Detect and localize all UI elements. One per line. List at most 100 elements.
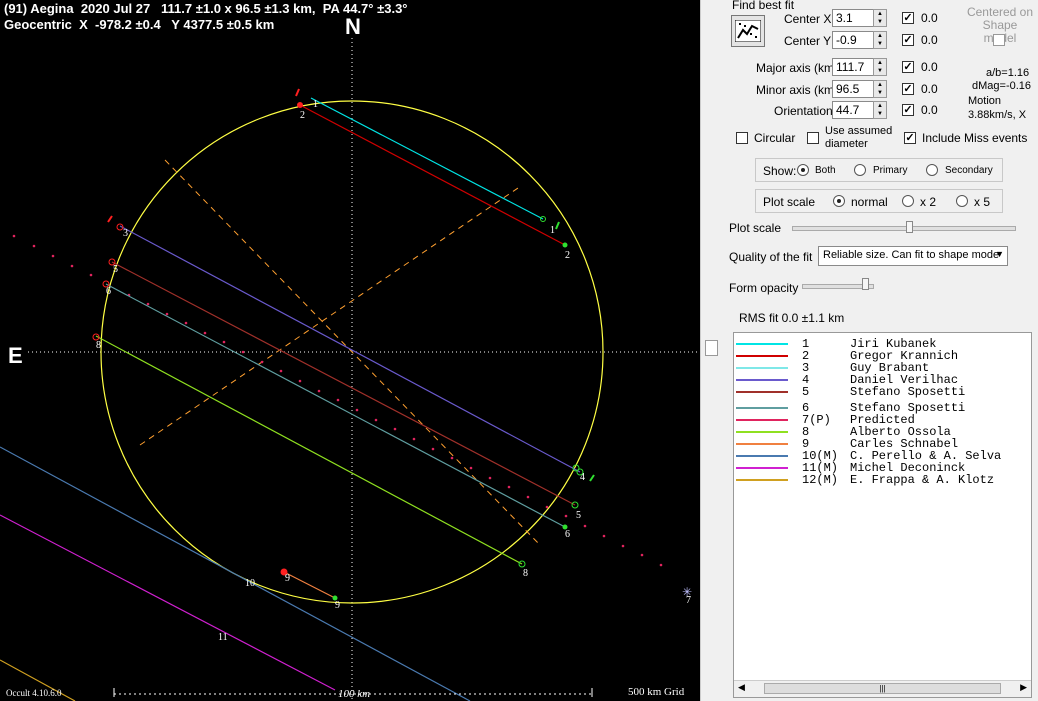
center-x-result: 0.0 <box>921 11 938 25</box>
circular-label: Circular <box>754 131 796 145</box>
legend-horizontal-scrollbar[interactable]: ◀ ||| ▶ <box>734 680 1031 697</box>
label-chord-2: 2 <box>300 110 305 121</box>
show-both-radio[interactable] <box>797 164 809 176</box>
legend-color-swatch <box>736 355 788 357</box>
show-primary-label: Primary <box>873 165 908 176</box>
label-chord-5: 5 <box>113 264 118 275</box>
legend-color-swatch <box>736 443 788 445</box>
plot-scale-track[interactable] <box>792 226 1016 231</box>
show-primary-radio[interactable] <box>854 164 866 176</box>
version-label: Occult 4.10.6.0 <box>6 688 62 698</box>
motion-value: 3.88km/s, X <box>968 109 1027 121</box>
minor-axis-spinner[interactable]: ▲ ▼ <box>873 80 887 98</box>
find-best-fit-button[interactable] <box>731 15 765 47</box>
scale-label: 100 km <box>338 688 371 700</box>
label-chord-8-end: 8 <box>523 568 528 579</box>
label-chord-6-end: 6 <box>565 529 570 540</box>
label-chord-6: 6 <box>106 286 111 297</box>
grid-label: 500 km Grid <box>628 686 685 698</box>
center-y-label: Center Y <box>784 34 832 48</box>
legend-color-swatch <box>736 419 788 421</box>
use-assumed-label: Use assumed diameter <box>825 125 893 150</box>
north-label: N <box>345 14 361 39</box>
scroll-right-icon[interactable]: ▶ <box>1020 682 1027 693</box>
legend-number: 5 <box>802 385 810 399</box>
east-label: E <box>8 343 23 368</box>
label-chord-5-end: 5 <box>576 510 581 521</box>
label-chord-1: 1 <box>313 99 318 110</box>
legend-color-swatch <box>736 407 788 409</box>
legend-color-swatch <box>736 479 788 481</box>
legend-color-swatch <box>736 343 788 345</box>
show-both-label: Both <box>815 165 836 176</box>
scroll-left-icon[interactable]: ◀ <box>738 682 745 693</box>
label-chord-2-end: 2 <box>565 250 570 261</box>
orientation-spinner[interactable]: ▲ ▼ <box>873 101 887 119</box>
center-x-checkbox[interactable]: ✓ <box>902 12 914 24</box>
center-x-spinner[interactable]: ▲ ▼ <box>873 9 887 27</box>
minor-axis-checkbox[interactable]: ✓ <box>902 83 914 95</box>
chord-6 <box>105 283 566 528</box>
plot-scale-thumb[interactable] <box>906 221 913 233</box>
center-y-result: 0.0 <box>921 33 938 47</box>
opacity-label: Form opacity <box>729 281 799 295</box>
plot-scale-group: Plot scale normal x 2 x 5 <box>755 189 1003 213</box>
orientation-checkbox[interactable]: ✓ <box>902 104 914 116</box>
label-chord-8: 8 <box>96 340 101 351</box>
quality-label: Quality of the fit <box>729 250 813 264</box>
show-secondary-label: Secondary <box>945 165 993 176</box>
label-chord-1-end: 1 <box>550 225 555 236</box>
ab-ratio: a/b=1.16 <box>986 67 1030 79</box>
scale-normal-label: normal <box>851 195 888 209</box>
scale-x5-radio[interactable] <box>956 195 968 207</box>
chord-11 <box>0 514 336 691</box>
minor-axis-line <box>164 159 541 546</box>
plot-vertical-scrollbar[interactable] <box>700 0 721 701</box>
occultation-plot[interactable]: ✳ 1 1 2 2 3 4 5 5 6 6 7 8 8 9 9 10 11 (9… <box>0 0 700 701</box>
label-chord-7: 7 <box>686 595 691 606</box>
circular-checkbox[interactable] <box>736 132 748 144</box>
plot-scale-slider-label: Plot scale <box>729 221 782 235</box>
scroll-thumb[interactable] <box>705 340 718 356</box>
legend-observer-name: Stefano Sposetti <box>850 385 966 399</box>
legend-color-swatch <box>736 455 788 457</box>
label-chord-10: 10 <box>245 578 255 589</box>
quality-dropdown[interactable]: Reliable size. Can fit to shape mode ▼ <box>818 246 1008 266</box>
opacity-thumb[interactable] <box>862 278 869 290</box>
chord-9 <box>283 571 336 599</box>
chord-4 <box>119 225 581 473</box>
scale-x2-radio[interactable] <box>902 195 914 207</box>
center-y-spinner[interactable]: ▲ ▼ <box>873 31 887 49</box>
major-axis-checkbox[interactable]: ✓ <box>902 61 914 73</box>
legend-color-swatch <box>736 431 788 433</box>
minor-axis-label: Minor axis (km) <box>756 83 839 97</box>
major-axis-result: 0.0 <box>921 60 938 74</box>
major-axis-spinner[interactable]: ▲ ▼ <box>873 58 887 76</box>
geocentric-coords: Geocentric X -978.2 ±0.4 Y 4377.5 ±0.5 k… <box>4 17 275 32</box>
orientation-result: 0.0 <box>921 103 938 117</box>
orientation-label: Orientation <box>774 104 833 118</box>
label-chord-11: 11 <box>218 632 228 643</box>
legend-observer-name: E. Frappa & A. Klotz <box>850 473 995 487</box>
chevron-down-icon: ▼ <box>995 249 1004 259</box>
include-miss-label: Include Miss events <box>922 131 1028 145</box>
legend-number: 12(M) <box>802 473 839 487</box>
centered-on-shape-checkbox[interactable] <box>993 34 1005 46</box>
legend-scroll-thumb[interactable]: ||| <box>764 683 1001 694</box>
plot-canvas: ✳ 1 1 2 2 3 4 5 5 6 6 7 8 8 9 9 10 11 <box>0 38 700 701</box>
include-miss-checkbox[interactable]: ✓ <box>904 132 916 144</box>
observer-legend[interactable]: 1 Jiri Kubanek 2 Gregor Krannich 3 Guy Braban… <box>733 332 1032 698</box>
legend-color-swatch <box>736 367 788 369</box>
rms-fit: RMS fit 0.0 ±1.1 km <box>739 311 845 325</box>
show-label: Show: <box>763 164 797 178</box>
center-y-checkbox[interactable]: ✓ <box>902 34 914 46</box>
major-axis-line <box>139 187 519 446</box>
chord-2 <box>299 104 566 246</box>
major-axis-label: Major axis (km) <box>756 61 839 75</box>
chord-10 <box>0 446 471 701</box>
use-assumed-checkbox[interactable] <box>807 132 819 144</box>
scale-normal-radio[interactable] <box>833 195 845 207</box>
show-secondary-radio[interactable] <box>926 164 938 176</box>
legend-color-swatch <box>736 467 788 469</box>
find-best-fit-label: Find best fit <box>732 0 795 12</box>
